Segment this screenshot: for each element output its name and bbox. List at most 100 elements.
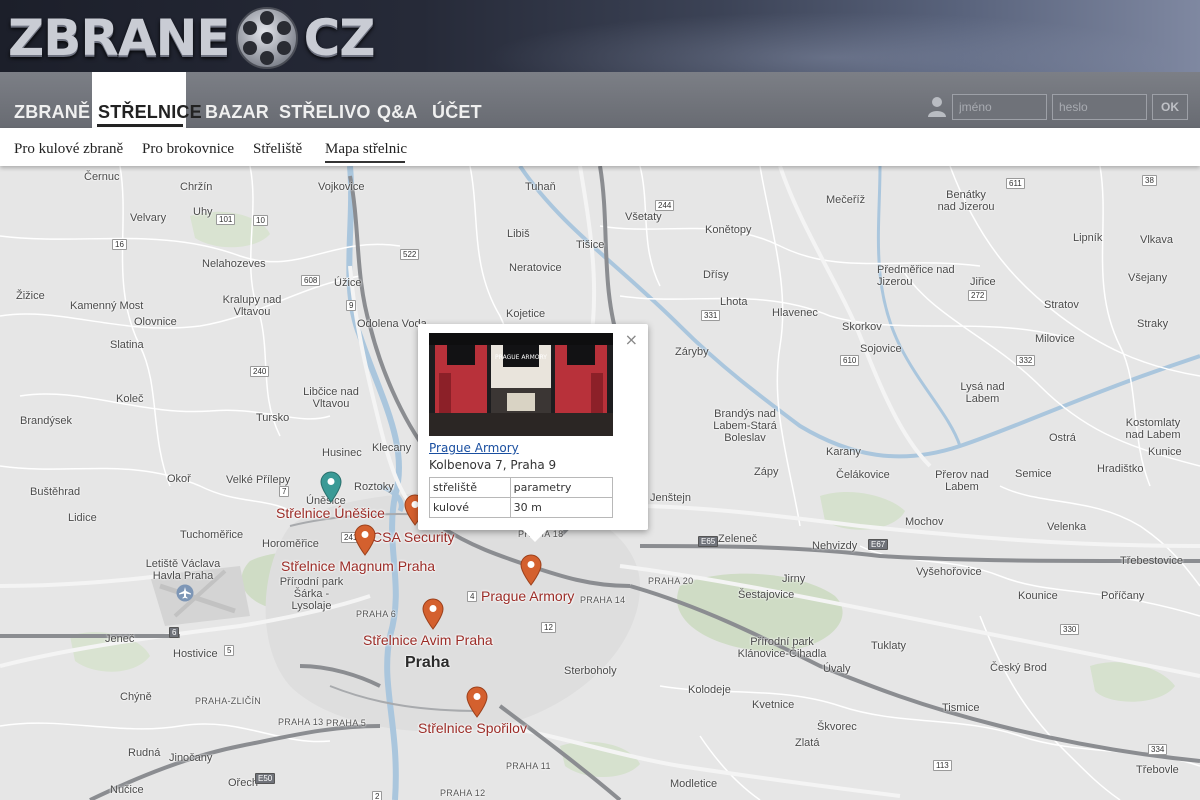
place-label: Odolena Voda — [357, 318, 427, 330]
highway-number: 6 — [169, 627, 180, 638]
place-label: Nučice — [110, 784, 144, 796]
marker-pin-icon[interactable] — [354, 524, 376, 556]
place-label: Koleč — [116, 393, 144, 405]
nav-item-bazar[interactable]: BAZAR — [205, 102, 269, 123]
close-icon[interactable]: × — [625, 330, 638, 349]
nav-item-strelnice[interactable]: STŘELNICE — [98, 102, 202, 123]
place-label: Velké Přílepy — [226, 474, 291, 486]
nav-item-qa[interactable]: Q&A — [377, 102, 418, 123]
place-label: Brandýs nad Labem-Stará Boleslav — [713, 408, 777, 444]
place-label: Roztoky — [354, 481, 394, 493]
range-name-link[interactable]: Prague Armory — [429, 441, 519, 455]
place-label: Vojkovice — [318, 181, 365, 193]
nav-active-underline — [97, 124, 183, 127]
marker-label-csa-security[interactable]: CSA Security — [372, 529, 454, 545]
place-label: Libiš — [507, 228, 530, 240]
marker-pin-icon[interactable] — [422, 598, 444, 630]
place-label: Klecany — [372, 442, 412, 454]
photo-sign-text: PRAGUE ARMORY — [495, 354, 547, 361]
place-label: Jiřice — [970, 276, 996, 288]
header-background — [380, 0, 1200, 72]
table-cell: kulové — [429, 497, 511, 518]
marker-pin-icon[interactable] — [466, 686, 488, 718]
marker-label-prague-armory[interactable]: Prague Armory — [481, 588, 574, 604]
place-label: Husinec — [322, 447, 362, 459]
road-number: 10 — [253, 215, 268, 226]
road-number: 611 — [1006, 178, 1025, 189]
site-header: ZBRANE CZ — [0, 0, 1200, 72]
place-label: Vyšehořovice — [916, 566, 982, 578]
login-button[interactable]: OK — [1152, 94, 1188, 120]
place-label: Buštěhrad — [30, 486, 81, 498]
logo-text-left: ZBRANE — [8, 9, 231, 67]
subnav-item-mapa[interactable]: Mapa střelnic — [325, 141, 407, 158]
place-label: Kvetnice — [752, 699, 795, 711]
place-label: Kolodeje — [688, 684, 731, 696]
username-input[interactable] — [952, 94, 1047, 120]
nav-item-strelivo[interactable]: STŘELIVO — [279, 102, 371, 123]
road-number: 272 — [968, 290, 988, 301]
table-row: kulové 30 m — [429, 497, 614, 518]
district-label: PRAHA 5 — [326, 718, 367, 728]
road-number: 331 — [701, 310, 721, 321]
place-label: Dřísy — [703, 269, 729, 281]
marker-label-avim[interactable]: Střelnice Avim Praha — [363, 632, 493, 648]
district-label: PRAHA 11 — [506, 761, 551, 771]
subnav-item-brokovnice[interactable]: Pro brokovnice — [142, 141, 234, 158]
marker-pin-icon[interactable] — [520, 554, 542, 586]
marker-label-magnum[interactable]: Střelnice Magnum Praha — [281, 558, 435, 574]
place-label: Zlatá — [795, 737, 820, 749]
nav-item-ucet[interactable]: ÚČET — [432, 102, 482, 123]
sub-navigation: Pro kulové zbraně Pro brokovnice Střeliš… — [0, 128, 1200, 166]
place-label: Hostivice — [173, 648, 218, 660]
highway-number: E50 — [255, 773, 276, 784]
place-label: Tursko — [256, 412, 290, 424]
site-logo[interactable]: ZBRANE CZ — [8, 6, 376, 70]
place-label: Mochov — [905, 516, 944, 528]
map-info-window: × PRAGUE ARMORY Prague Armory Kolbenova … — [418, 324, 648, 542]
place-label: Čelákovice — [836, 469, 890, 481]
place-label: Třebovle — [1136, 764, 1179, 776]
place-label: Modletice — [670, 778, 718, 790]
marker-pin-icon[interactable] — [320, 471, 342, 503]
road-number: 244 — [655, 200, 675, 211]
password-input[interactable] — [1052, 94, 1147, 120]
nav-item-zbrane[interactable]: ZBRANĚ — [14, 102, 90, 123]
place-label: Neratovice — [509, 262, 562, 274]
place-label: Poříčany — [1101, 590, 1145, 602]
place-label: Žižice — [16, 290, 45, 302]
marker-label-unetice[interactable]: Střelnice Úněšice — [276, 505, 385, 521]
subnav-active-underline — [325, 161, 405, 163]
district-label: PRAHA 6 — [356, 609, 397, 619]
marker-label-sporilov[interactable]: Střelnice Spořilov — [418, 720, 527, 736]
place-label: Hradištko — [1097, 463, 1144, 475]
district-label: PRAHA 20 — [648, 576, 694, 586]
place-label: Velenka — [1047, 521, 1087, 533]
range-address: Kolbenova 7, Praha 9 — [429, 458, 557, 472]
district-label: PRAHA 13 — [278, 717, 324, 727]
place-label: Mečeříž — [826, 194, 866, 206]
road-number: 16 — [112, 239, 127, 250]
subnav-item-kulove[interactable]: Pro kulové zbraně — [14, 141, 123, 158]
place-label: Hlavenec — [772, 307, 818, 319]
place-label: Slatina — [110, 339, 144, 351]
place-label: Všetaty — [625, 211, 662, 223]
logo-text-right: CZ — [303, 9, 376, 67]
place-label: Jinočany — [169, 752, 213, 764]
subnav-item-streliste[interactable]: Střeliště — [253, 141, 302, 158]
place-label: Chržín — [180, 181, 213, 193]
place-label: Zápy — [754, 466, 779, 478]
place-label: Kojetice — [506, 308, 546, 320]
place-label: Škvorec — [817, 721, 857, 733]
road-number: 610 — [840, 355, 860, 366]
place-label: Ostrá — [1049, 432, 1076, 444]
place-label: Tuchoměřice — [180, 529, 244, 541]
place-label: Karany — [826, 446, 861, 458]
place-label: Konětopy — [705, 224, 752, 236]
place-label: Šestajovice — [738, 589, 795, 601]
district-label: PRAHA 14 — [580, 595, 626, 605]
table-row: střeliště parametry — [429, 477, 614, 498]
place-label: Kamenný Most — [70, 300, 144, 312]
road-number: 113 — [933, 760, 952, 771]
highway-number: E65 — [698, 536, 719, 547]
